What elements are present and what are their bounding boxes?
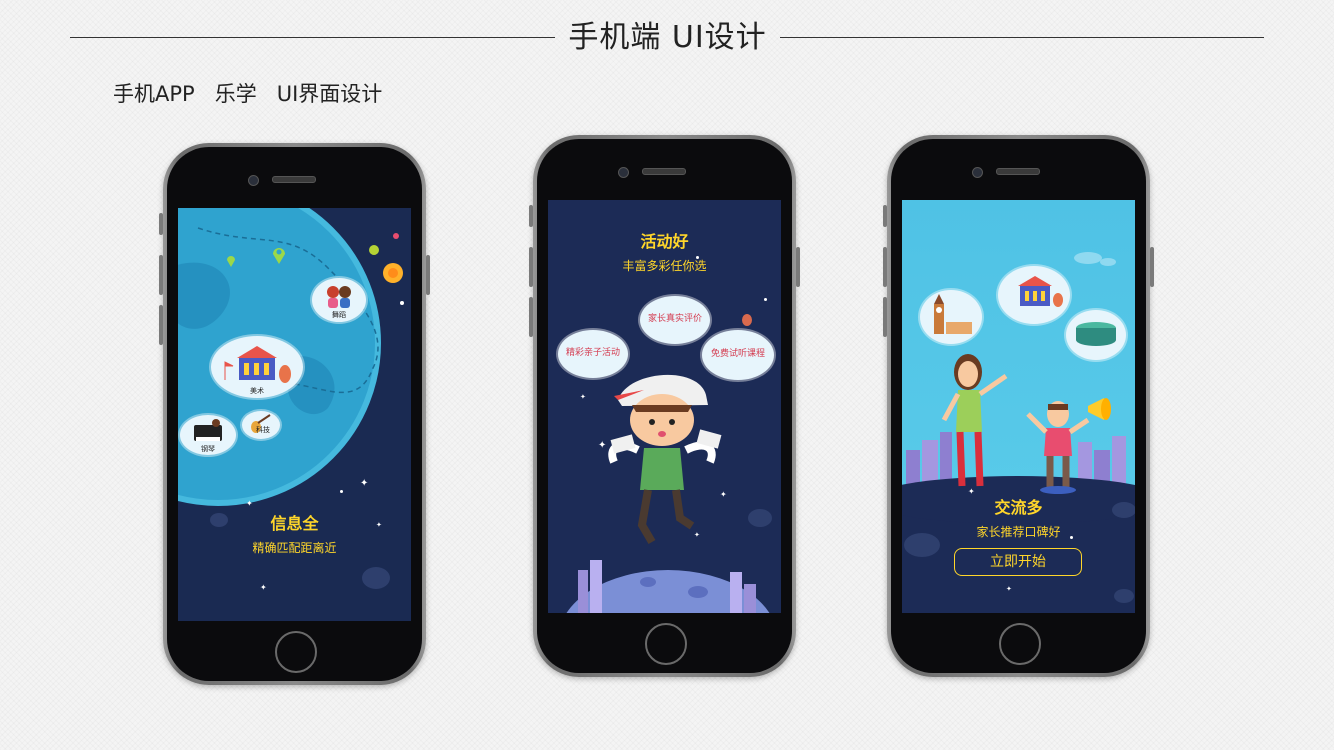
megaphone-icon <box>1086 394 1116 424</box>
phone-mockup-3: ✦ ✦ 交流多 家长推荐口碑好 立即开始 <box>883 135 1154 677</box>
screen-title: 信息全 <box>270 514 319 533</box>
home-button-icon[interactable] <box>999 623 1041 665</box>
volume-up-button <box>529 247 533 287</box>
mute-switch <box>159 213 163 235</box>
mute-switch <box>883 205 887 227</box>
speaker-icon <box>272 176 316 183</box>
big-ben-icon <box>934 294 972 334</box>
phone-bezel: 活动好 丰富多彩任你选 家长真实评价 精彩亲子活动 免费试听课程 ✦ ✦ ✦ ✦ <box>537 139 792 673</box>
speaker-icon <box>996 168 1040 175</box>
camera-icon <box>248 175 259 186</box>
screen-subtitle: 家长推荐口碑好 <box>976 525 1061 539</box>
speaker-icon <box>642 168 686 175</box>
home-button-icon[interactable] <box>645 623 687 665</box>
sparkle-star: ✦ <box>1006 585 1012 593</box>
palace-icon <box>1018 276 1063 307</box>
landmark-bubble-palace[interactable] <box>998 266 1070 324</box>
planet-icon <box>566 314 772 613</box>
volume-up-button <box>159 255 163 295</box>
rock-icon <box>210 513 390 589</box>
page-title: 手机端 UI设计 <box>568 20 767 55</box>
volume-down-button <box>883 297 887 337</box>
phone-bezel: ✦ ✦ 交流多 家长推荐口碑好 立即开始 <box>891 139 1146 673</box>
page-subtitle: 手机APP 乐学 UI界面设计 <box>113 82 383 106</box>
landmark-bubble-bigben[interactable] <box>920 290 982 344</box>
phone-mockup-1: 舞蹈 美术 钢琴 科技 ✦ ✦ ✦ ✦ 信息全 精确匹配距离近 <box>159 143 430 685</box>
phone-mockup-2: 活动好 丰富多彩任你选 家长真实评价 精彩亲子活动 免费试听课程 ✦ ✦ ✦ ✦ <box>529 135 800 677</box>
camera-icon <box>972 167 983 178</box>
volume-down-button <box>529 297 533 337</box>
phone-bezel: 舞蹈 美术 钢琴 科技 ✦ ✦ ✦ ✦ 信息全 精确匹配距离近 <box>167 147 422 681</box>
power-button <box>1150 247 1154 287</box>
landmark-bubble-stadium[interactable] <box>1066 310 1126 360</box>
screen-title: 交流多 <box>994 498 1043 517</box>
title-rule-left <box>70 37 555 38</box>
volume-down-button <box>159 305 163 345</box>
power-button <box>796 247 800 287</box>
mute-switch <box>529 205 533 227</box>
home-button-icon[interactable] <box>275 631 317 673</box>
onboarding-screen-2: 活动好 丰富多彩任你选 家长真实评价 精彩亲子活动 免费试听课程 ✦ ✦ ✦ ✦ <box>548 200 781 613</box>
title-rule-right <box>780 37 1264 38</box>
stadium-icon <box>1076 322 1116 346</box>
volume-up-button <box>883 247 887 287</box>
onboarding-screen-3: ✦ ✦ 交流多 家长推荐口碑好 立即开始 <box>902 200 1135 613</box>
power-button <box>426 255 430 295</box>
start-button[interactable]: 立即开始 <box>954 548 1082 576</box>
screen-subtitle: 精确匹配距离近 <box>252 541 337 555</box>
camera-icon <box>618 167 629 178</box>
sparkle-star: ✦ <box>968 487 975 496</box>
onboarding-screen-1: 舞蹈 美术 钢琴 科技 ✦ ✦ ✦ ✦ 信息全 精确匹配距离近 <box>178 208 411 621</box>
